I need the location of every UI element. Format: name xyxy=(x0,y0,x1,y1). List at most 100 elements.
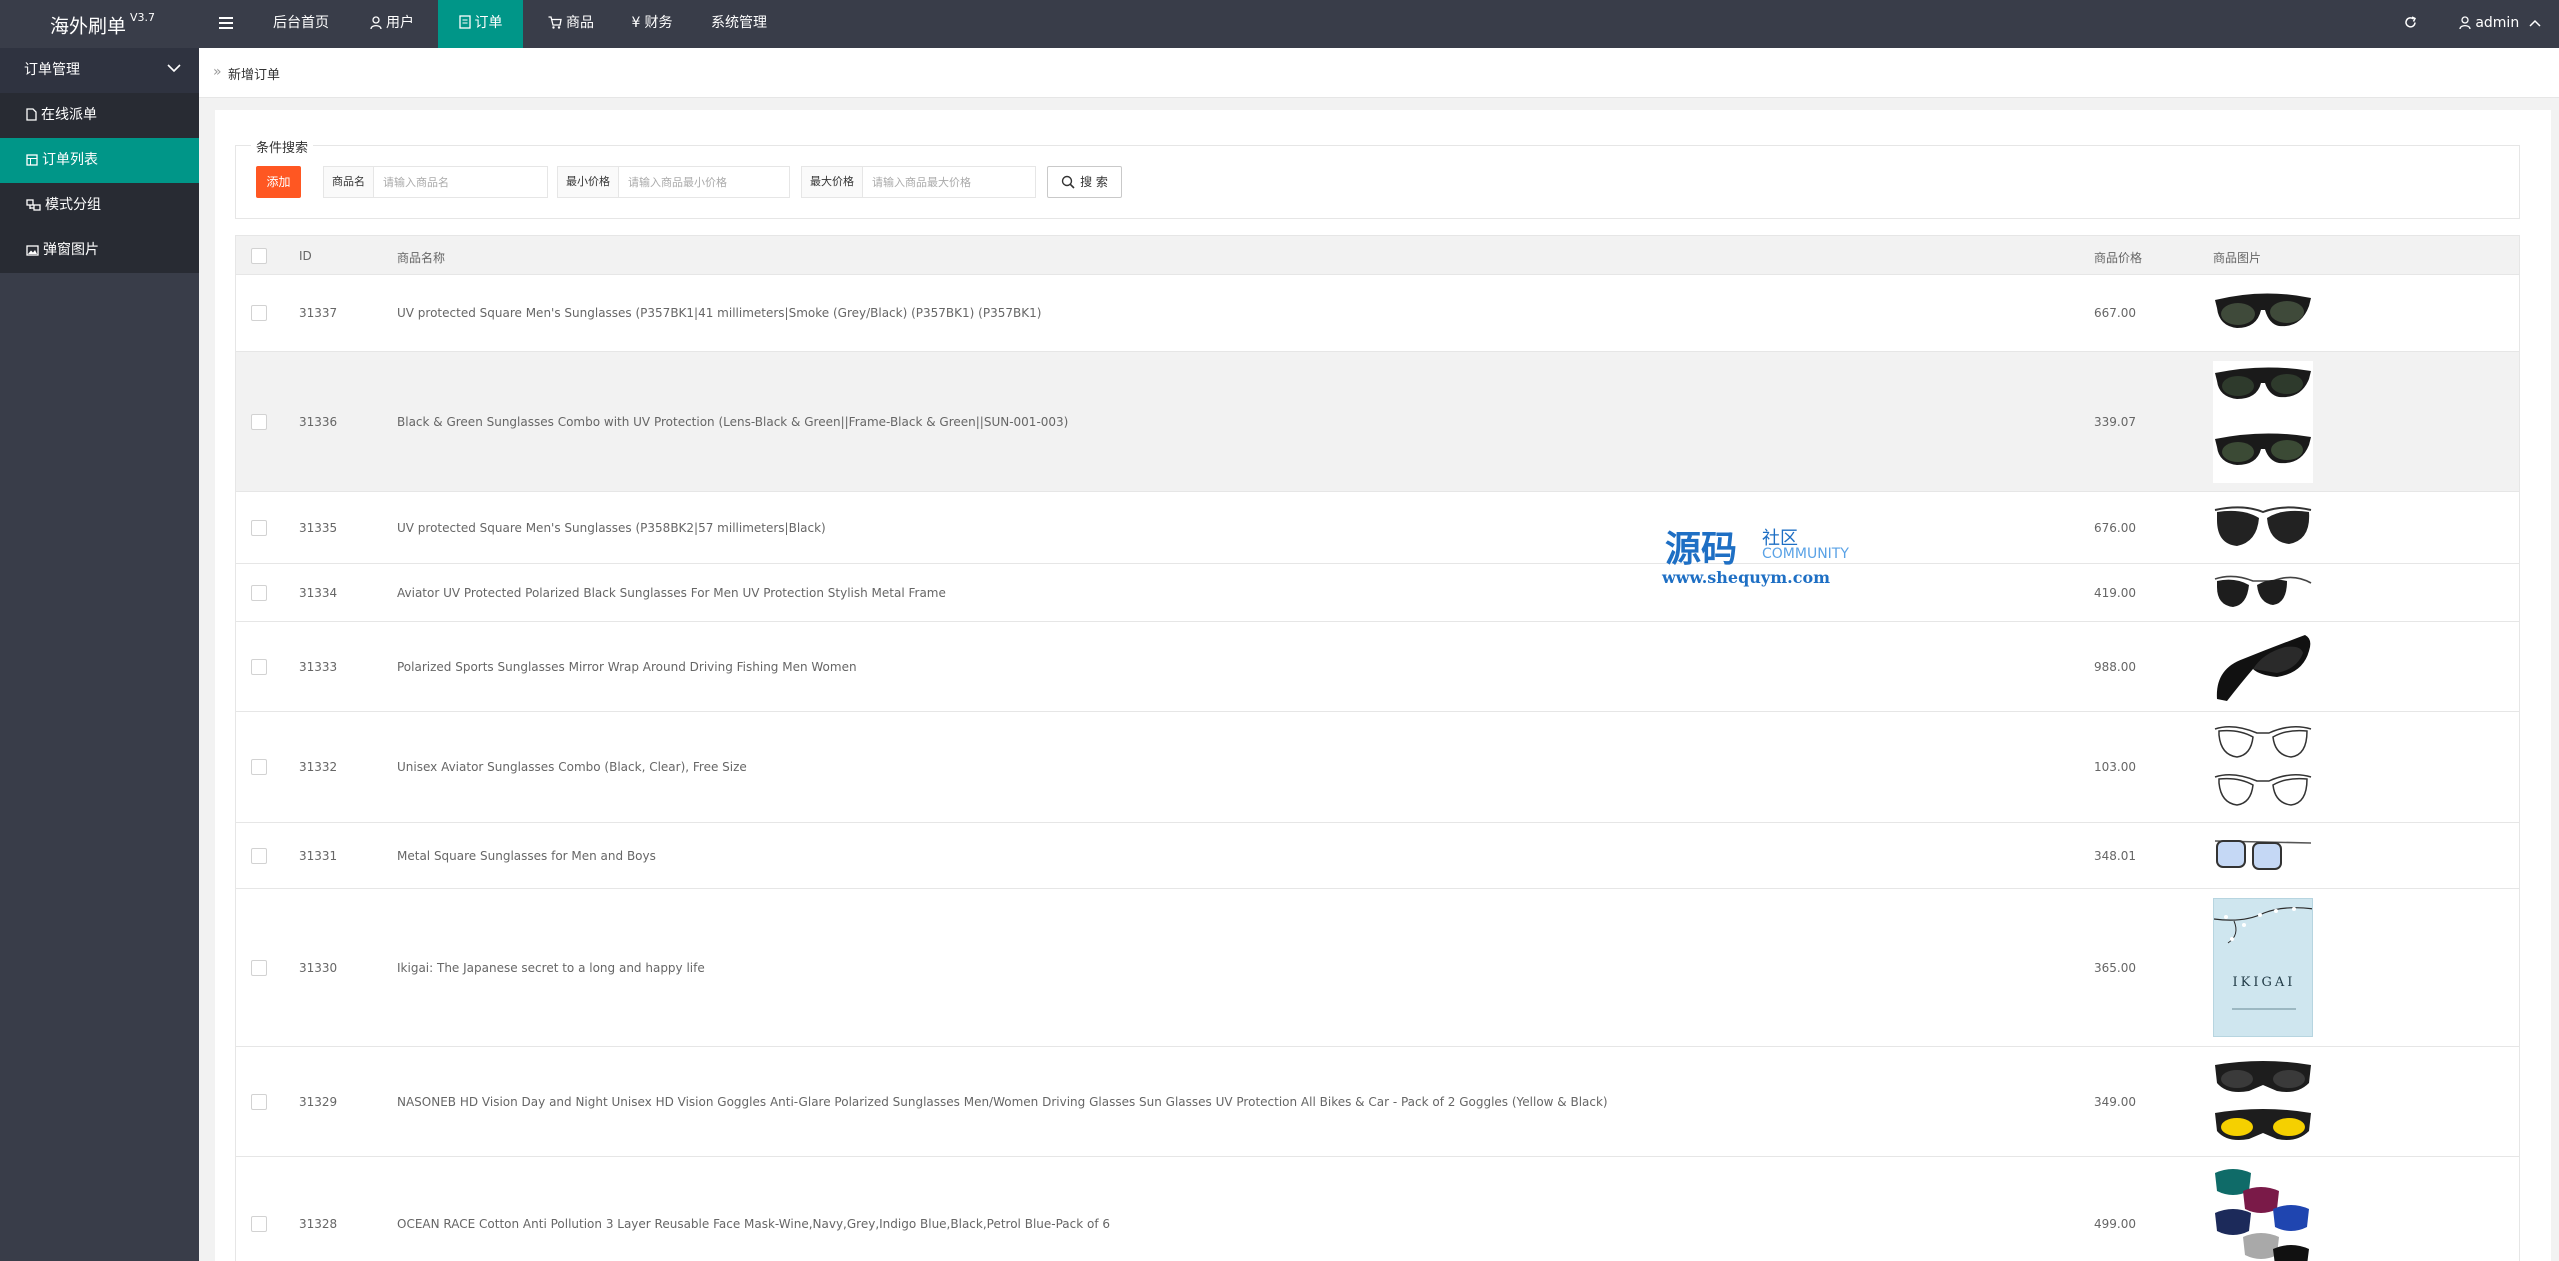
user-menu[interactable]: admin xyxy=(2452,0,2552,48)
col-image[interactable]: 商品图片 xyxy=(2213,249,2261,266)
search-icon xyxy=(1061,175,1075,189)
sidebar-item-dispatch[interactable]: 在线派单 xyxy=(0,93,199,138)
table-row[interactable]: 31336 Black & Green Sunglasses Combo wit… xyxy=(235,352,2520,492)
user-icon xyxy=(370,16,382,30)
nav-users[interactable]: 用户 xyxy=(356,0,428,48)
refresh-icon xyxy=(2404,16,2416,28)
row-checkbox[interactable] xyxy=(251,847,267,864)
max-price-input[interactable] xyxy=(863,167,1035,197)
row-id: 31336 xyxy=(299,414,338,429)
orders-table: ID 商品名称 商品价格 商品图片 31337 UV protected Squ… xyxy=(235,235,2520,1261)
row-product-name: OCEAN RACE Cotton Anti Pollution 3 Layer… xyxy=(397,1216,1111,1231)
sidebar: 订单管理 在线派单 订单列表 模式分组 弹窗图片 xyxy=(0,48,199,1261)
menu-toggle-button[interactable] xyxy=(208,0,248,48)
app-title: 海外刷单 xyxy=(50,15,127,38)
row-product-name: Unisex Aviator Sunglasses Combo (Black, … xyxy=(397,760,747,774)
user-icon xyxy=(2459,16,2471,30)
table-row[interactable]: 31332 Unisex Aviator Sunglasses Combo (B… xyxy=(235,712,2520,823)
product-name-label: 商品名 xyxy=(324,167,374,197)
nav-orders[interactable]: 订单 xyxy=(438,0,523,48)
select-all-checkbox[interactable] xyxy=(251,248,267,264)
search-button[interactable]: 搜 索 xyxy=(1047,166,1122,198)
row-checkbox[interactable] xyxy=(251,759,267,775)
sunglasses-aviator-icon xyxy=(2214,575,2312,607)
book-cover-icon: IKIGAI xyxy=(2213,898,2313,1037)
cart-icon xyxy=(548,16,562,29)
row-id: 31328 xyxy=(299,1216,338,1231)
nav-finance[interactable]: ¥ 财务 xyxy=(622,0,682,48)
row-product-name: NASONEB HD Vision Day and Night Unisex H… xyxy=(397,1094,1608,1109)
double-chevron-icon: » xyxy=(213,64,222,80)
sunglasses-sport-icon xyxy=(2216,635,2311,701)
refresh-button[interactable] xyxy=(2390,0,2434,48)
row-checkbox[interactable] xyxy=(251,305,267,321)
sidebar-item-mode-group[interactable]: 模式分组 xyxy=(0,183,199,228)
table-row[interactable]: 31333 Polarized Sports Sunglasses Mirror… xyxy=(235,622,2520,712)
sunglasses-wayfarer-icon xyxy=(2215,293,2311,328)
sidebar-item-label: 模式分组 xyxy=(45,197,101,213)
col-name[interactable]: 商品名称 xyxy=(397,249,445,266)
row-id: 31337 xyxy=(299,306,338,320)
row-price: 499.00 xyxy=(2094,1216,2136,1231)
row-id: 31331 xyxy=(299,848,338,863)
row-product-name: Black & Green Sunglasses Combo with UV P… xyxy=(397,414,1069,429)
row-price: 348.01 xyxy=(2094,848,2136,863)
search-legend: 条件搜索 xyxy=(251,137,314,156)
sunglasses-clear-combo-icon xyxy=(2214,726,2312,806)
product-name-field: 商品名 xyxy=(323,166,548,198)
table-row[interactable]: 31329 NASONEB HD Vision Day and Night Un… xyxy=(235,1047,2520,1157)
col-id[interactable]: ID xyxy=(299,249,312,263)
table-row[interactable]: 31337 UV protected Square Men's Sunglass… xyxy=(235,275,2520,352)
sunglasses-aviator-icon xyxy=(2214,506,2312,546)
row-product-name: Aviator UV Protected Polarized Black Sun… xyxy=(397,585,946,600)
row-checkbox[interactable] xyxy=(251,584,267,601)
nav-products[interactable]: 商品 xyxy=(532,0,610,48)
sunglasses-blue-square-icon xyxy=(2214,840,2312,870)
row-product-name: UV protected Square Men's Sunglasses (P3… xyxy=(397,306,1042,320)
table-row[interactable]: 31334 Aviator UV Protected Polarized Bla… xyxy=(235,564,2520,622)
row-price: 365.00 xyxy=(2094,960,2136,975)
hamburger-icon xyxy=(219,17,233,29)
sidebar-group-label: 订单管理 xyxy=(24,62,80,78)
row-checkbox[interactable] xyxy=(251,1093,267,1110)
nav-users-label: 用户 xyxy=(386,15,414,31)
face-masks-icon xyxy=(2215,1169,2309,1261)
col-price[interactable]: 商品价格 xyxy=(2094,249,2142,266)
content-card: 条件搜索 添加 商品名 最小价格 最大价格 搜 索 ID 商品名称 商品价格 商… xyxy=(215,110,2551,1261)
row-checkbox[interactable] xyxy=(251,413,267,430)
sidebar-item-popup-image[interactable]: 弹窗图片 xyxy=(0,228,199,273)
row-checkbox[interactable] xyxy=(251,1215,267,1232)
row-id: 31334 xyxy=(299,585,338,600)
document-icon xyxy=(458,15,471,29)
min-price-field: 最小价格 xyxy=(557,166,790,198)
row-price: 988.00 xyxy=(2094,659,2136,674)
search-button-label: 搜 索 xyxy=(1080,175,1108,189)
nav-system-label: 系统管理 xyxy=(711,15,767,31)
yen-icon: ¥ xyxy=(631,15,641,31)
nav-system[interactable]: 系统管理 xyxy=(698,0,780,48)
app-logo[interactable]: 海外刷单 V3.7 xyxy=(0,0,199,48)
max-price-label: 最大价格 xyxy=(802,167,863,197)
nav-finance-label: 财务 xyxy=(644,15,673,31)
row-checkbox[interactable] xyxy=(251,959,267,976)
row-product-name: Polarized Sports Sunglasses Mirror Wrap … xyxy=(397,659,857,674)
nav-home[interactable]: 后台首页 xyxy=(258,0,344,48)
table-row[interactable]: 31331 Metal Square Sunglasses for Men an… xyxy=(235,823,2520,889)
goggles-yellow-black-icon xyxy=(2215,1061,2311,1140)
sidebar-item-label: 订单列表 xyxy=(42,152,98,168)
row-checkbox[interactable] xyxy=(251,519,267,536)
nav-home-label: 后台首页 xyxy=(273,15,329,31)
row-id: 31330 xyxy=(299,960,338,975)
table-row[interactable]: 31328 OCEAN RACE Cotton Anti Pollution 3… xyxy=(235,1157,2520,1261)
sidebar-group-orders[interactable]: 订单管理 xyxy=(0,48,199,93)
min-price-input[interactable] xyxy=(619,167,789,197)
table-row[interactable]: 31330 Ikigai: The Japanese secret to a l… xyxy=(235,889,2520,1047)
breadcrumb-current[interactable]: 新增订单 xyxy=(228,64,280,83)
row-checkbox[interactable] xyxy=(251,658,267,675)
table-row[interactable]: 31335 UV protected Square Men's Sunglass… xyxy=(235,492,2520,564)
image-icon xyxy=(26,245,39,256)
add-button[interactable]: 添加 xyxy=(256,166,301,198)
product-name-input[interactable] xyxy=(374,167,547,197)
nav-orders-label: 订单 xyxy=(474,15,503,31)
sidebar-item-order-list[interactable]: 订单列表 xyxy=(0,138,199,183)
